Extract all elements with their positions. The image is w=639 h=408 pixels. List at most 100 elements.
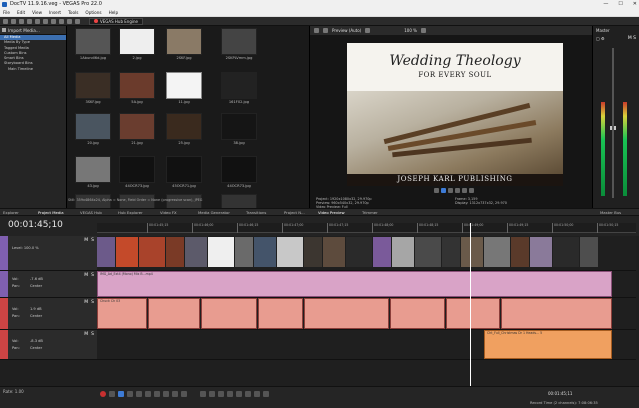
audio-track-header-1[interactable]: MS Vol: -7.6 dB Pan: Center bbox=[0, 271, 97, 298]
stop-icon[interactable] bbox=[145, 391, 151, 397]
media-thumbnail[interactable] bbox=[75, 113, 111, 140]
video-event[interactable] bbox=[442, 237, 460, 267]
video-event[interactable] bbox=[116, 237, 138, 267]
prev-frame-icon[interactable] bbox=[172, 391, 178, 397]
preview-quality-select[interactable]: Preview (Auto) bbox=[332, 28, 361, 33]
play-icon[interactable] bbox=[118, 391, 124, 397]
delete-icon[interactable] bbox=[75, 18, 80, 24]
pause-icon[interactable] bbox=[136, 391, 142, 397]
copy-icon[interactable] bbox=[59, 18, 64, 24]
menu-insert[interactable]: Insert bbox=[49, 9, 61, 16]
video-event[interactable] bbox=[392, 237, 414, 267]
video-event[interactable] bbox=[580, 237, 598, 267]
tab-transitions[interactable]: Transitions bbox=[246, 209, 266, 216]
video-event[interactable] bbox=[323, 237, 345, 267]
time-ruler[interactable]: 00:01:45;15 00:01:46;00 00:01:46;15 00:01:4… bbox=[97, 223, 636, 233]
video-event[interactable] bbox=[166, 237, 184, 267]
snap-icon[interactable] bbox=[245, 391, 251, 397]
media-thumbnail[interactable] bbox=[119, 72, 155, 99]
next-frame-icon[interactable] bbox=[469, 188, 474, 193]
video-event[interactable] bbox=[484, 237, 510, 267]
vegas-hub-button[interactable]: VEGAS Hub Engine bbox=[89, 17, 143, 25]
media-thumbnail[interactable] bbox=[119, 156, 155, 183]
media-thumbnail[interactable] bbox=[221, 28, 257, 55]
media-thumbnail[interactable] bbox=[221, 72, 257, 99]
stop-icon[interactable] bbox=[455, 188, 460, 193]
media-thumbnail[interactable] bbox=[221, 113, 257, 140]
media-thumbnail[interactable] bbox=[166, 156, 202, 183]
audio-clip[interactable] bbox=[390, 298, 445, 329]
video-event[interactable] bbox=[553, 237, 579, 267]
mute-button[interactable]: M bbox=[84, 300, 88, 305]
mute-button[interactable]: M bbox=[628, 36, 632, 41]
auto-ripple-icon[interactable] bbox=[254, 391, 260, 397]
new-icon[interactable] bbox=[3, 18, 8, 24]
tab-vegas-hub[interactable]: VEGAS Hub bbox=[80, 209, 102, 216]
solo-button[interactable]: S bbox=[91, 238, 94, 243]
menu-options[interactable]: Options bbox=[85, 9, 101, 16]
loop-icon[interactable] bbox=[109, 391, 115, 397]
audio-clip[interactable]: Chuck Ch 03 bbox=[97, 298, 147, 329]
video-level[interactable]: Level: 100.0 % bbox=[12, 246, 39, 250]
audio-lane-1[interactable]: IMG_Ad_Ext4 (Mono) Mix B...mp4 bbox=[97, 271, 636, 298]
tab-master-bus[interactable]: Master Bus bbox=[600, 209, 621, 216]
mute-button[interactable]: M bbox=[84, 332, 88, 337]
video-event[interactable] bbox=[235, 237, 253, 267]
playhead-cursor[interactable] bbox=[470, 223, 471, 386]
cut-icon[interactable] bbox=[51, 18, 56, 24]
import-media-button[interactable]: Import Media... bbox=[0, 26, 66, 35]
redo-icon[interactable] bbox=[43, 18, 48, 24]
media-thumbnail[interactable] bbox=[166, 113, 202, 140]
video-event[interactable] bbox=[304, 237, 322, 267]
video-event[interactable] bbox=[415, 237, 441, 267]
menu-edit[interactable]: Edit bbox=[17, 9, 25, 16]
trim-tool-icon[interactable] bbox=[236, 391, 242, 397]
solo-button[interactable]: S bbox=[91, 300, 94, 305]
audio-track-header-2[interactable]: MS Vol: 1.9 dB Pan: Center bbox=[0, 298, 97, 330]
volume-value[interactable]: -8.3 dB bbox=[30, 339, 43, 343]
pan-value[interactable]: Center bbox=[30, 284, 42, 288]
tree-item-main-timeline[interactable]: Main Timeline bbox=[0, 67, 66, 72]
solo-button[interactable]: S bbox=[91, 332, 94, 337]
audio-lane-3[interactable]: Cht_Full_Christmas Dr 1 Heads... 5 bbox=[97, 330, 636, 360]
menu-view[interactable]: View bbox=[32, 9, 42, 16]
envelope-tool-icon[interactable] bbox=[209, 391, 215, 397]
tab-hub-explorer[interactable]: Hub Explorer bbox=[118, 209, 143, 216]
video-event[interactable] bbox=[185, 237, 207, 267]
audio-clip[interactable] bbox=[304, 298, 389, 329]
tab-project-media[interactable]: Project Media bbox=[38, 209, 64, 216]
video-lane[interactable] bbox=[97, 236, 636, 271]
zoom-select[interactable]: 100 % bbox=[404, 28, 417, 33]
mute-button[interactable]: M bbox=[84, 273, 88, 278]
loop-icon[interactable] bbox=[434, 188, 439, 193]
solo-button[interactable]: S bbox=[91, 273, 94, 278]
tab-trimmer[interactable]: Trimmer bbox=[362, 209, 378, 216]
split-tool-icon[interactable] bbox=[227, 391, 233, 397]
audio-clip[interactable] bbox=[446, 298, 500, 329]
play-from-start-icon[interactable] bbox=[127, 391, 133, 397]
menu-help[interactable]: Help bbox=[109, 9, 119, 16]
empty-track-area[interactable] bbox=[0, 360, 639, 386]
master-fader-track[interactable] bbox=[612, 48, 614, 198]
video-event[interactable] bbox=[254, 237, 276, 267]
audio-clip[interactable]: Cht_Full_Christmas Dr 1 Heads... 5 bbox=[484, 330, 612, 359]
media-thumbnail[interactable] bbox=[166, 28, 202, 55]
go-to-start-icon[interactable] bbox=[154, 391, 160, 397]
open-icon[interactable] bbox=[11, 18, 16, 24]
go-to-end-icon[interactable] bbox=[163, 391, 169, 397]
pause-icon[interactable] bbox=[448, 188, 453, 193]
video-event[interactable] bbox=[139, 237, 165, 267]
menu-file[interactable]: File bbox=[3, 9, 10, 16]
media-thumbnail[interactable] bbox=[75, 72, 111, 99]
minimize-button[interactable]: — bbox=[603, 0, 608, 9]
mute-button[interactable]: M bbox=[84, 238, 88, 243]
audio-lane-2[interactable]: Chuck Ch 03 bbox=[97, 298, 636, 330]
media-thumbnail[interactable] bbox=[75, 156, 111, 183]
audio-clip[interactable] bbox=[201, 298, 257, 329]
maximize-button[interactable]: ☐ bbox=[618, 0, 622, 9]
overlays-icon[interactable] bbox=[365, 28, 371, 33]
video-event[interactable] bbox=[511, 237, 529, 267]
audio-clip[interactable] bbox=[258, 298, 303, 329]
video-event[interactable] bbox=[530, 237, 552, 267]
video-event[interactable] bbox=[208, 237, 234, 267]
